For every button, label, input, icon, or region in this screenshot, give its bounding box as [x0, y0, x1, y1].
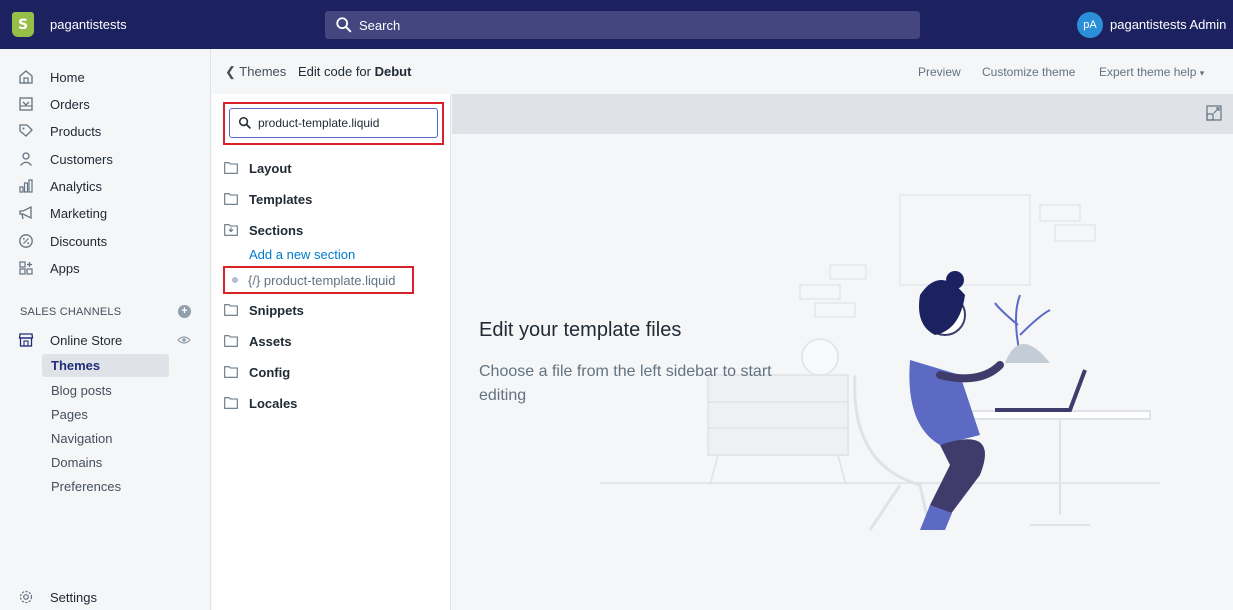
- folder-icon: [224, 397, 238, 409]
- expand-icon[interactable]: [1206, 105, 1222, 121]
- person-icon: [18, 151, 34, 167]
- sidebar-item-orders[interactable]: Orders: [18, 93, 90, 115]
- file-product-template-liquid[interactable]: {/} product-template.liquid: [232, 271, 395, 289]
- sidebar-subitem-navigation[interactable]: Navigation: [51, 428, 112, 448]
- file-search-input[interactable]: [229, 108, 438, 138]
- folder-label: Layout: [249, 160, 292, 176]
- add-new-section-link[interactable]: Add a new section: [249, 247, 355, 262]
- file-name: {/} product-template.liquid: [248, 272, 396, 288]
- folder-sections[interactable]: Sections: [224, 221, 303, 239]
- customize-theme-link[interactable]: Customize theme: [982, 65, 1075, 79]
- folder-config[interactable]: Config: [224, 363, 290, 381]
- file-search-field[interactable]: [258, 116, 428, 130]
- expert-theme-help-dropdown[interactable]: Expert theme help ▾: [1099, 65, 1204, 79]
- sidebar-item-label: Online Store: [50, 332, 123, 348]
- store-icon: [18, 332, 34, 348]
- sidebar-item-apps[interactable]: Apps: [18, 257, 80, 279]
- sidebar-item-analytics[interactable]: Analytics: [18, 175, 102, 197]
- sales-channels-heading: SALES CHANNELS: [20, 306, 122, 318]
- folder-label: Config: [249, 364, 291, 380]
- sidebar-subitem-themes[interactable]: Themes: [51, 355, 100, 375]
- shopify-logo[interactable]: S: [12, 12, 34, 37]
- sidebar-subitem-blog-posts[interactable]: Blog posts: [51, 380, 112, 400]
- folder-icon: [224, 335, 238, 347]
- folder-label: Snippets: [249, 302, 304, 318]
- sidebar-item-label: Marketing: [50, 205, 108, 221]
- add-sales-channel-icon[interactable]: +: [178, 305, 191, 318]
- empty-state-title: Edit your template files: [479, 319, 682, 341]
- tag-icon: [18, 123, 34, 139]
- sidebar-item-customers[interactable]: Customers: [18, 148, 113, 170]
- page-title-prefix: Edit code for: [298, 64, 371, 79]
- expert-help-label: Expert theme help: [1099, 65, 1197, 79]
- discount-icon: [18, 233, 34, 249]
- theme-name: Debut: [374, 64, 412, 79]
- chevron-left-icon: ❮: [225, 64, 236, 79]
- admin-name[interactable]: pagantistests Admin: [1110, 17, 1226, 32]
- sidebar-item-home[interactable]: Home: [18, 66, 85, 88]
- folder-label: Sections: [249, 222, 304, 238]
- sidebar-item-label: Discounts: [50, 233, 108, 249]
- folder-label: Templates: [249, 191, 313, 207]
- folder-locales[interactable]: Locales: [224, 394, 297, 412]
- folder-label: Locales: [249, 395, 298, 411]
- preview-link[interactable]: Preview: [918, 65, 961, 79]
- global-search-input[interactable]: Search: [325, 11, 920, 39]
- sidebar-item-label: Orders: [50, 96, 90, 112]
- sidebar-subitem-pages[interactable]: Pages: [51, 404, 88, 424]
- back-to-themes-link[interactable]: ❮ Themes: [225, 64, 286, 80]
- sidebar-item-label: Products: [50, 123, 102, 139]
- sidebar-item-discounts[interactable]: Discounts: [18, 230, 107, 252]
- bar-chart-icon: [18, 178, 34, 194]
- sidebar-item-label: Customers: [50, 151, 113, 167]
- eye-icon[interactable]: [177, 335, 191, 345]
- home-icon: [18, 69, 34, 85]
- sidebar-subitem-domains[interactable]: Domains: [51, 452, 102, 472]
- folder-assets[interactable]: Assets: [224, 332, 292, 350]
- editor-tab-bar: [452, 94, 1233, 134]
- sidebar-item-label: Settings: [50, 589, 97, 605]
- caret-down-icon: ▾: [1199, 68, 1205, 78]
- sidebar-item-online-store[interactable]: Online Store: [18, 329, 122, 351]
- sidebar-item-products[interactable]: Products: [18, 120, 101, 142]
- search-placeholder: Search: [359, 17, 401, 33]
- sidebar-item-marketing[interactable]: Marketing: [18, 202, 107, 224]
- gear-icon: [18, 589, 34, 605]
- sidebar-item-settings[interactable]: Settings: [18, 586, 97, 608]
- orders-icon: [18, 96, 34, 112]
- folder-layout[interactable]: Layout: [224, 159, 292, 177]
- folder-icon: [224, 366, 238, 378]
- folder-icon: [224, 304, 238, 316]
- apps-icon: [18, 260, 34, 276]
- sidebar-item-label: Analytics: [50, 178, 103, 194]
- folder-templates[interactable]: Templates: [224, 190, 312, 208]
- sidebar-item-label: Apps: [50, 260, 80, 276]
- search-icon: [238, 116, 251, 129]
- folder-label: Assets: [249, 333, 292, 349]
- avatar[interactable]: pA: [1077, 12, 1103, 38]
- folder-open-icon: [224, 224, 238, 236]
- folder-icon: [224, 193, 238, 205]
- top-bar: S pagantistests Search pA pagantistests …: [0, 0, 1233, 49]
- empty-state-description: Choose a file from the left sidebar to s…: [479, 363, 772, 404]
- file-status-dot: [232, 277, 238, 283]
- folder-snippets[interactable]: Snippets: [224, 301, 304, 319]
- sidebar-subitem-preferences[interactable]: Preferences: [51, 476, 121, 496]
- megaphone-icon: [18, 205, 34, 221]
- store-name[interactable]: pagantistests: [50, 17, 127, 32]
- search-icon: [336, 17, 352, 33]
- sidebar-item-label: Home: [50, 69, 85, 85]
- page-title: Edit code for Debut: [298, 64, 411, 79]
- folder-icon: [224, 162, 238, 174]
- back-link-label: Themes: [239, 64, 287, 79]
